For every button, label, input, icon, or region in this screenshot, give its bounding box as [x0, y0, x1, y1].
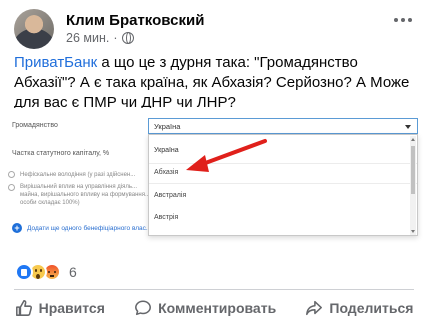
action-bar: Нравится Комментировать Поделиться	[0, 292, 428, 324]
post-text: ПриватБанк а що це з дурня така: "Громад…	[14, 53, 418, 113]
like-icon	[15, 263, 33, 281]
post-meta: 26 мин. ·	[66, 31, 134, 45]
dot-icon	[408, 18, 412, 22]
share-icon	[306, 300, 323, 316]
reaction-count: 6	[69, 264, 77, 280]
attached-screenshot[interactable]: Громадянство Частка статутного капіталу,…	[0, 108, 428, 246]
divider	[14, 289, 414, 290]
share-button[interactable]: Поделиться	[297, 295, 421, 321]
author-name[interactable]: Клим Братковский	[66, 12, 204, 29]
post-time[interactable]: 26 мин.	[66, 31, 109, 45]
reactions-summary[interactable]: 6	[15, 262, 77, 282]
like-label: Нравится	[38, 300, 105, 316]
post-header: Клим Братковский 26 мин. ·	[0, 0, 428, 49]
dot-icon	[394, 18, 398, 22]
share-label: Поделиться	[329, 300, 414, 316]
dot-icon	[401, 18, 405, 22]
avatar[interactable]	[14, 9, 54, 49]
thumbs-up-icon	[15, 300, 32, 316]
like-button[interactable]: Нравится	[7, 295, 113, 321]
comment-button[interactable]: Комментировать	[126, 295, 284, 321]
mention-link[interactable]: ПриватБанк	[14, 54, 97, 71]
comment-label: Комментировать	[158, 300, 277, 316]
red-arrow-icon	[186, 139, 267, 172]
comment-icon	[135, 300, 152, 316]
more-options-button[interactable]	[394, 18, 412, 22]
globe-icon	[121, 32, 134, 44]
